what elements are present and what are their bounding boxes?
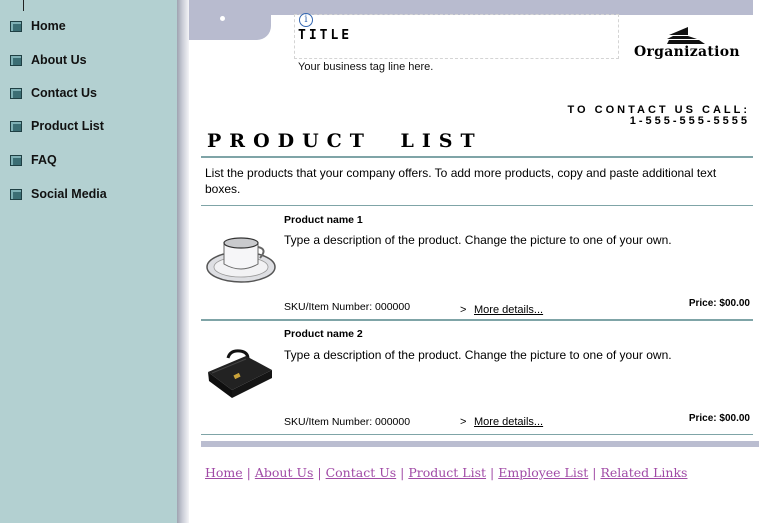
header-band bbox=[189, 0, 753, 15]
sidebar-item-label: Product List bbox=[31, 119, 104, 133]
footer-link-about-us[interactable]: About Us bbox=[255, 465, 314, 480]
sidebar-item-label: FAQ bbox=[31, 153, 57, 167]
sidebar bbox=[0, 0, 177, 523]
footer-link-product-list[interactable]: Product List bbox=[408, 465, 486, 480]
product-image-cup[interactable] bbox=[205, 234, 277, 288]
footer-link-related-links[interactable]: Related Links bbox=[600, 465, 687, 480]
more-details-link[interactable]: More details... bbox=[474, 416, 543, 428]
bottom-band bbox=[201, 441, 759, 447]
organization-logo-icon bbox=[667, 27, 705, 44]
text-cursor bbox=[23, 0, 24, 11]
sidebar-item-product-list[interactable]: Product List bbox=[10, 117, 104, 135]
product-name: Product name 2 bbox=[284, 328, 363, 340]
chevron-right-icon: > bbox=[460, 304, 467, 316]
info-icon[interactable]: i bbox=[299, 13, 313, 27]
intro-text: List the products that your company offe… bbox=[205, 166, 717, 196]
heading-divider bbox=[201, 156, 753, 158]
sidebar-shadow bbox=[177, 0, 189, 523]
product-sku: SKU/Item Number: 000000 bbox=[284, 301, 411, 313]
product-divider bbox=[201, 319, 753, 321]
sidebar-item-about-us[interactable]: About Us bbox=[10, 51, 87, 69]
product-price: Price: $00.00 bbox=[688, 298, 750, 309]
square-bullet-icon bbox=[10, 154, 22, 166]
sidebar-item-label: Social Media bbox=[31, 187, 107, 201]
header-curve bbox=[189, 10, 271, 40]
square-bullet-icon bbox=[10, 87, 22, 99]
product-description: Type a description of the product. Chang… bbox=[284, 348, 672, 362]
footer-separator: | bbox=[486, 465, 499, 480]
footer-separator: | bbox=[313, 465, 326, 480]
sidebar-item-label: Contact Us bbox=[31, 86, 97, 100]
product-sku: SKU/Item Number: 000000 bbox=[284, 416, 411, 428]
product-description: Type a description of the product. Chang… bbox=[284, 233, 672, 247]
footer-link-employee-list[interactable]: Employee List bbox=[498, 465, 588, 480]
sidebar-item-faq[interactable]: FAQ bbox=[10, 151, 57, 169]
sidebar-item-contact-us[interactable]: Contact Us bbox=[10, 84, 97, 102]
sidebar-item-label: About Us bbox=[31, 53, 87, 67]
sidebar-item-social-media[interactable]: Social Media bbox=[10, 185, 107, 203]
footer-link-home[interactable]: Home bbox=[205, 465, 243, 480]
product-name: Product name 1 bbox=[284, 214, 363, 226]
square-bullet-icon bbox=[10, 20, 22, 32]
footer-nav: Home | About Us | Contact Us | Product L… bbox=[205, 465, 687, 480]
header-decoration-dot bbox=[220, 16, 225, 21]
sidebar-item-home[interactable]: Home bbox=[10, 17, 66, 35]
product-image-briefcase[interactable] bbox=[206, 348, 274, 400]
footer-separator: | bbox=[242, 465, 255, 480]
footer-separator: | bbox=[588, 465, 601, 480]
chevron-right-icon: > bbox=[460, 416, 467, 428]
square-bullet-icon bbox=[10, 188, 22, 200]
product-divider bbox=[201, 205, 753, 206]
more-details-link[interactable]: More details... bbox=[474, 304, 543, 316]
product-price: Price: $00.00 bbox=[688, 413, 750, 424]
business-tagline: Your business tag line here. bbox=[298, 61, 434, 73]
square-bullet-icon bbox=[10, 54, 22, 66]
sidebar-item-label: Home bbox=[31, 19, 66, 33]
footer-link-contact-us[interactable]: Contact Us bbox=[326, 465, 397, 480]
product-divider bbox=[201, 434, 753, 435]
contact-phone: 1-555-555-5555 bbox=[629, 115, 750, 127]
organization-name: Organization bbox=[634, 44, 740, 60]
square-bullet-icon bbox=[10, 120, 22, 132]
page-title: TITLE bbox=[298, 28, 353, 43]
section-heading: PRODUCT LIST bbox=[207, 130, 483, 152]
footer-separator: | bbox=[396, 465, 409, 480]
